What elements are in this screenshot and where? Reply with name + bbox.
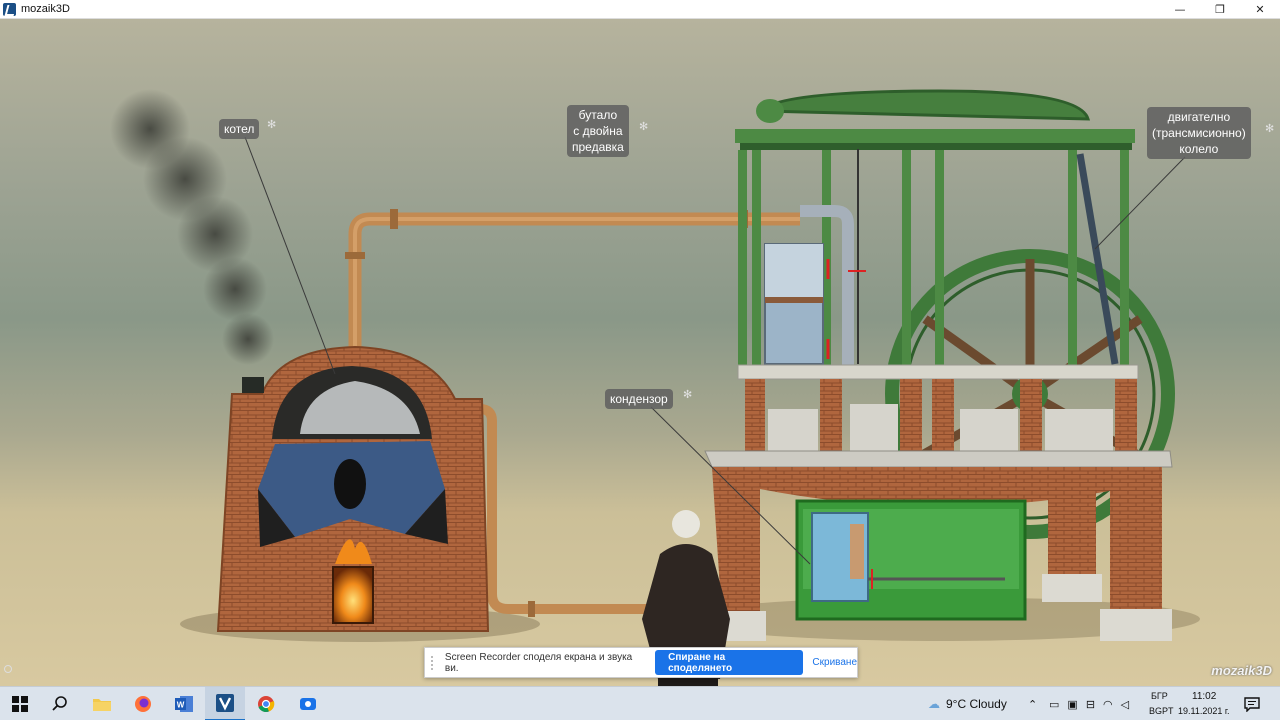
clock-date[interactable]: 19.11.2021 г.: [1178, 706, 1230, 716]
window-controls: — ❐ ✕: [1160, 0, 1280, 19]
mozaik-icon: [216, 694, 234, 712]
chevron-up-icon: ⌃: [1028, 698, 1038, 711]
label-boiler-text: котел: [224, 122, 255, 136]
close-button[interactable]: ✕: [1240, 0, 1280, 19]
label-boiler-star-icon[interactable]: ✻: [267, 118, 276, 131]
tablet-icon[interactable]: ▭: [1049, 698, 1059, 711]
svg-text:W: W: [177, 701, 185, 710]
steam-engine-scene[interactable]: котел ✻ бутало с двойна предавка ✻ двига…: [0, 19, 1280, 686]
title-bar: mozaik3D — ❐ ✕: [0, 0, 1280, 19]
windows-start-button[interactable]: [0, 687, 40, 720]
chrome-icon: [258, 696, 275, 713]
screen-recorder-icon: [300, 698, 316, 710]
word-button[interactable]: W: [164, 687, 204, 720]
label-wheel-line-1: двигателно: [1167, 110, 1231, 124]
drag-handle-icon[interactable]: [431, 655, 441, 670]
notifications-button[interactable]: [1244, 687, 1260, 720]
restore-button[interactable]: ❐: [1200, 0, 1240, 19]
scene-nav-dot[interactable]: [4, 665, 12, 673]
volume-icon[interactable]: ◁: [1121, 698, 1129, 711]
weather-text: 9°C Cloudy: [946, 697, 1007, 711]
language-top[interactable]: БГР: [1151, 691, 1168, 701]
screen-share-bar: Screen Recorder споделя екрана и звука в…: [424, 647, 858, 678]
label-condenser[interactable]: кондензор: [605, 389, 673, 409]
system-tray-icons: ▭ ▣ ⊟ ◠ ◁: [1049, 687, 1129, 720]
firefox-button[interactable]: [123, 687, 163, 720]
clock-time[interactable]: 11:02: [1192, 691, 1216, 702]
notification-icon: [1244, 697, 1260, 712]
chrome-button[interactable]: [246, 687, 286, 720]
word-icon: W: [175, 696, 193, 712]
search-icon: [52, 696, 67, 711]
label-wheel[interactable]: двигателно (трансмисионно) колело: [1147, 107, 1251, 159]
camera-icon[interactable]: ▣: [1067, 698, 1077, 711]
label-piston-line-1: бутало: [578, 108, 618, 122]
mozaik-brand-logo: mozaik3D: [1211, 663, 1272, 678]
wifi-icon[interactable]: ◠: [1103, 698, 1113, 711]
stop-sharing-button[interactable]: Спиране на споделянето: [655, 650, 804, 675]
label-piston[interactable]: бутало с двойна предавка: [567, 105, 629, 157]
folder-icon: [93, 699, 111, 711]
mozaik-app-icon: [3, 2, 16, 16]
windows-logo-icon: [12, 696, 28, 712]
label-piston-line-2: с двойна: [573, 124, 623, 138]
label-condenser-star-icon[interactable]: ✻: [683, 388, 692, 401]
label-piston-line-3: предавка: [572, 140, 624, 154]
usb-icon[interactable]: ⊟: [1086, 698, 1095, 711]
firefox-icon: [135, 696, 151, 712]
label-wheel-line-3: колело: [1179, 142, 1219, 156]
screen-recorder-button[interactable]: [288, 687, 328, 720]
taskbar: W ☁ 9°C Cloudy ⌃ ▭ ▣ ⊟ ◠ ◁ БГР BGPT 11:0…: [0, 686, 1280, 720]
label-piston-star-icon[interactable]: ✻: [639, 120, 648, 133]
show-hidden-icons-button[interactable]: ⌃: [1028, 687, 1037, 720]
cloud-icon: ☁: [928, 697, 940, 711]
file-explorer-button[interactable]: [82, 687, 122, 720]
hide-button[interactable]: Скриване: [812, 657, 857, 668]
search-button[interactable]: [40, 687, 80, 720]
language-bottom[interactable]: BGPT: [1149, 706, 1174, 716]
share-message: Screen Recorder споделя екрана и звука в…: [444, 651, 633, 674]
weather-widget[interactable]: ☁ 9°C Cloudy: [928, 687, 1007, 720]
window-title: mozaik3D: [21, 3, 70, 15]
label-wheel-line-2: (трансмисионно): [1152, 126, 1246, 140]
label-condenser-text: кондензор: [610, 392, 668, 406]
label-boiler[interactable]: котел: [219, 119, 260, 139]
mozaik3d-button[interactable]: [205, 687, 245, 720]
minimize-button[interactable]: —: [1160, 0, 1200, 19]
label-wheel-star-icon[interactable]: ✻: [1265, 122, 1274, 135]
